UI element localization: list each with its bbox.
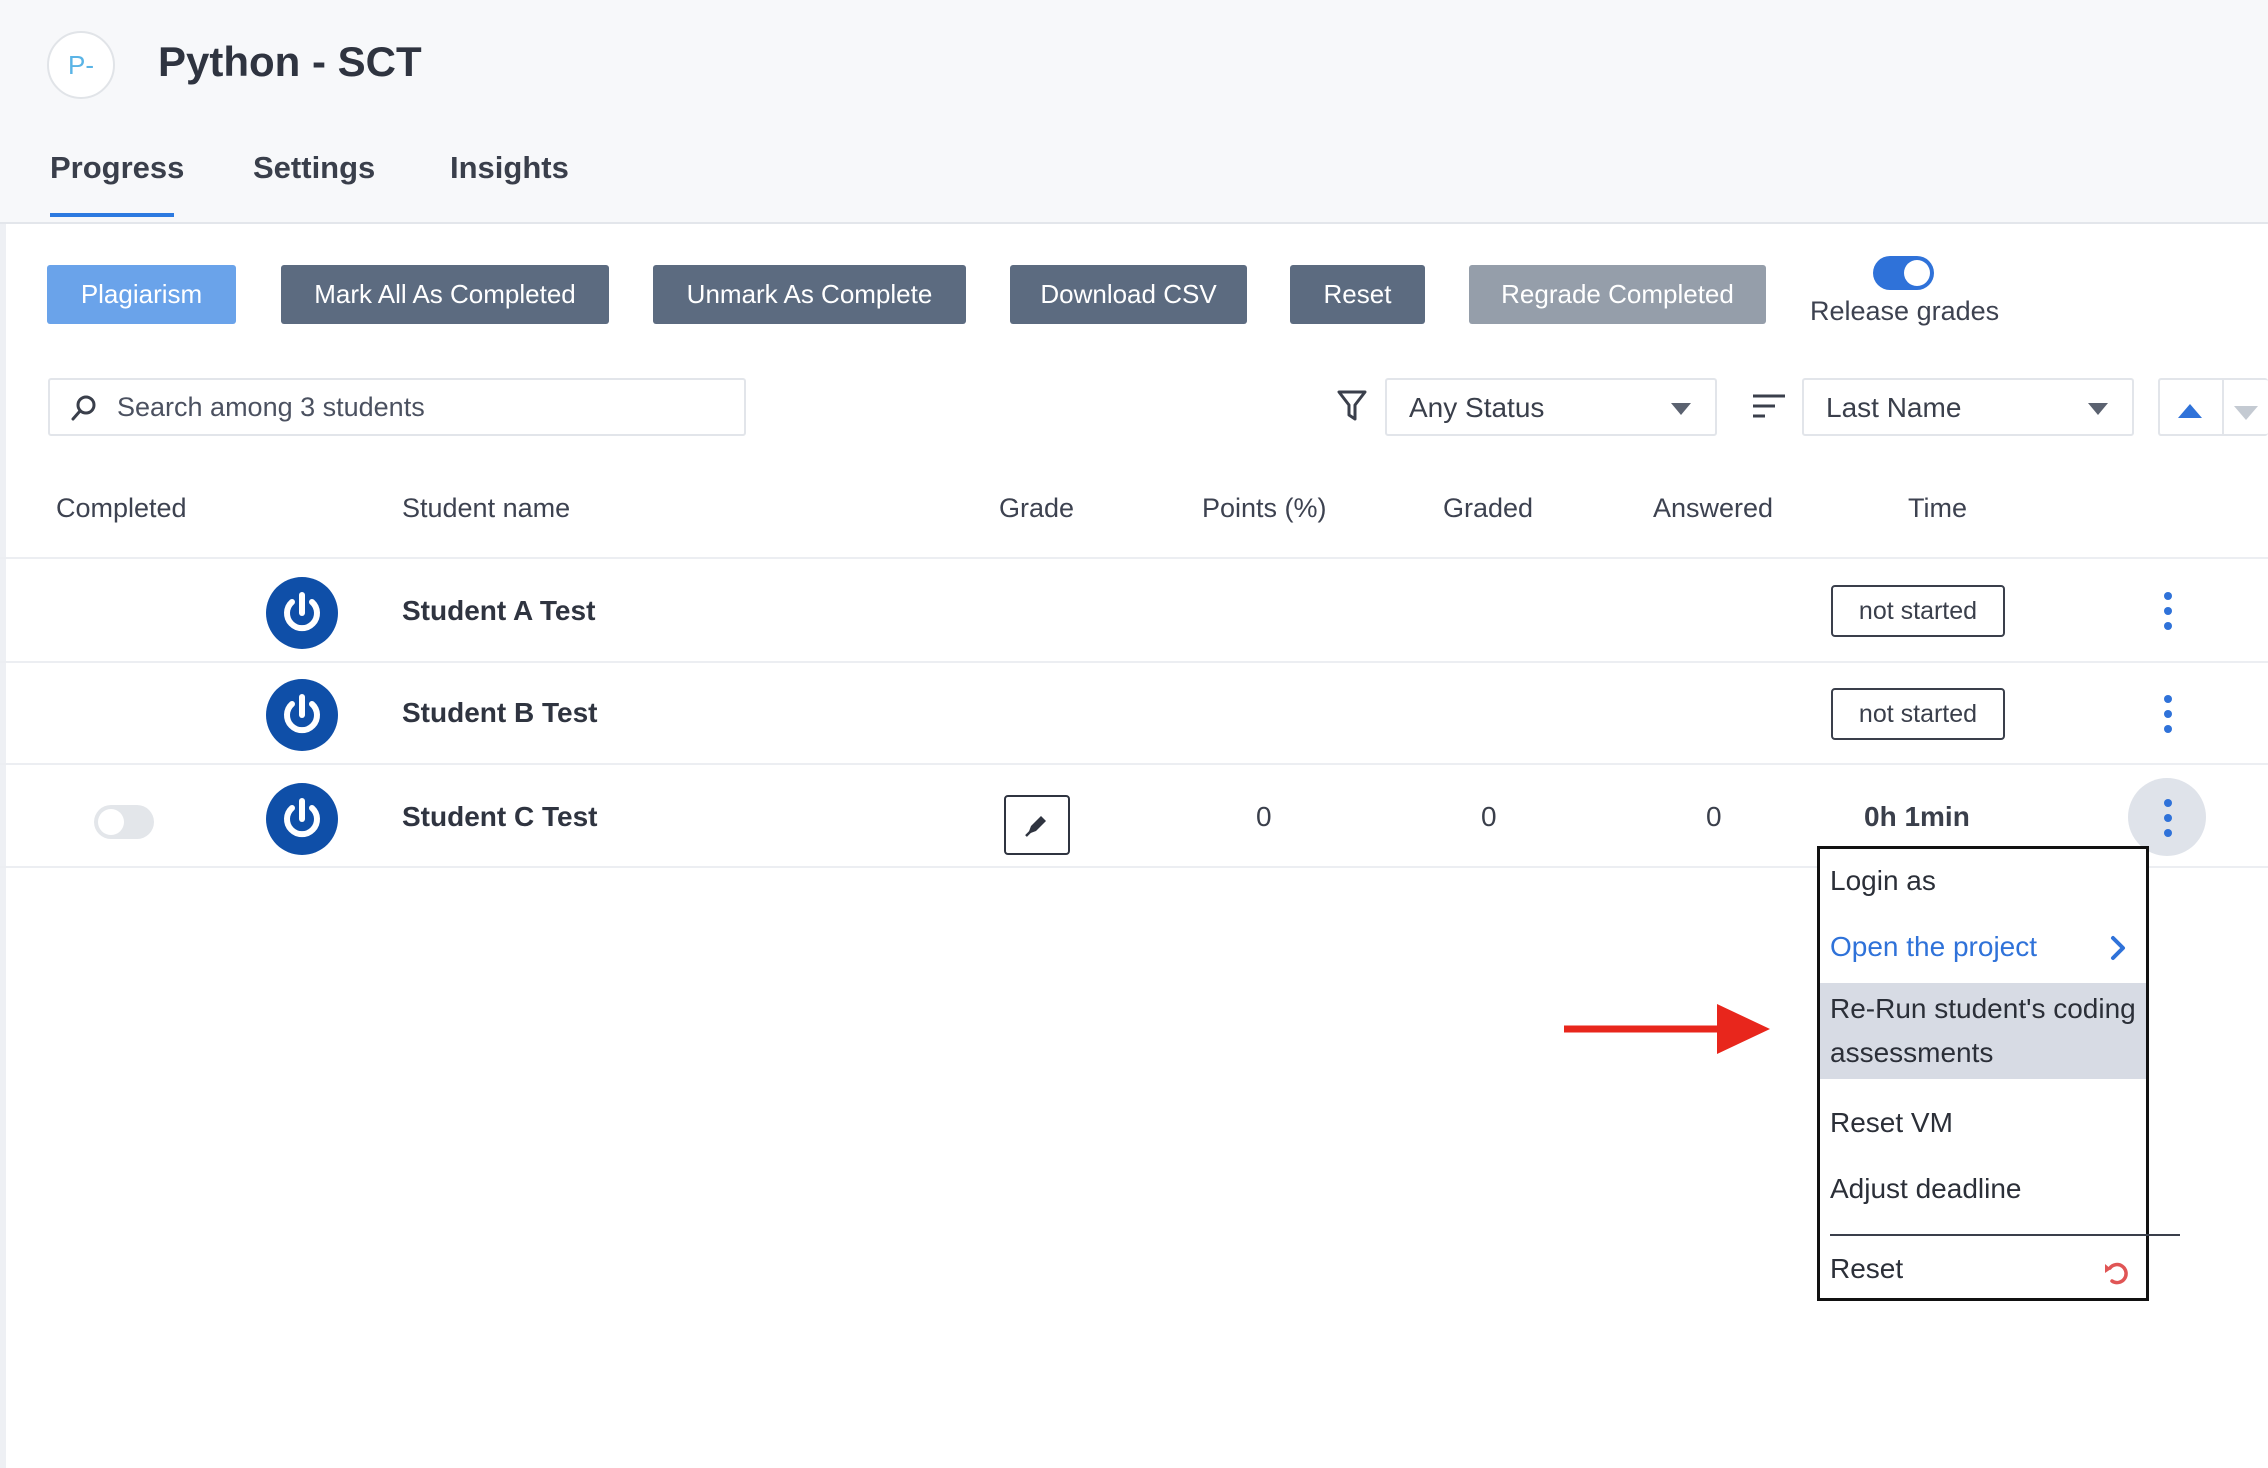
row-context-menu: Login as Open the project Re-Run student… <box>1817 846 2180 1301</box>
column-header-grade: Grade <box>999 493 1075 523</box>
active-tab-indicator <box>50 213 174 217</box>
tab-settings[interactable]: Settings <box>253 150 375 186</box>
kebab-menu-icon[interactable] <box>2164 695 2172 740</box>
project-avatar: P- <box>47 31 115 99</box>
column-header-graded: Graded <box>1443 493 1534 523</box>
menu-item-label: Reset <box>1830 1253 1904 1284</box>
sort-ascending-icon[interactable] <box>2178 404 2202 418</box>
filter-icon[interactable] <box>1336 388 1368 424</box>
toggle-knob <box>1904 260 1930 286</box>
points-value: 0 <box>1256 801 1272 832</box>
grade-button[interactable] <box>1004 795 1070 855</box>
tab-progress[interactable]: Progress <box>50 150 184 186</box>
search-input[interactable]: Search among 3 students <box>48 378 746 436</box>
kebab-menu-icon[interactable] <box>2164 799 2172 844</box>
tab-insights[interactable]: Insights <box>450 150 569 186</box>
unmark-complete-button[interactable]: Unmark As Complete <box>653 265 966 324</box>
status-badge: not started <box>1831 688 2005 740</box>
menu-item-adjust-deadline[interactable]: Adjust deadline <box>1820 1173 2146 1205</box>
edit-icon <box>1025 816 1046 837</box>
red-arrow-annotation <box>1564 1004 1770 1054</box>
search-icon <box>71 395 96 421</box>
student-name[interactable]: Student A Test <box>402 595 595 627</box>
menu-item-login-as[interactable]: Login as <box>1820 865 2146 897</box>
completed-toggle[interactable] <box>94 805 154 839</box>
table-row: Student B Test not started <box>0 663 2268 763</box>
power-icon <box>284 694 320 734</box>
menu-item-rerun-assessments[interactable]: Re-Run student's coding assessments <box>1820 983 2146 1079</box>
release-grades-label: Release grades <box>1810 296 2000 326</box>
student-name[interactable]: Student B Test <box>402 697 597 729</box>
power-icon <box>284 798 320 838</box>
avatar <box>266 783 338 855</box>
menu-item-reset-vm[interactable]: Reset VM <box>1820 1107 2146 1139</box>
page-title: Python - SCT <box>158 38 422 85</box>
plagiarism-button[interactable]: Plagiarism <box>47 265 236 324</box>
regrade-completed-button[interactable]: Regrade Completed <box>1469 265 1766 324</box>
release-grades-toggle[interactable] <box>1873 256 1934 290</box>
answered-value: 0 <box>1706 801 1722 832</box>
sort-descending-icon[interactable] <box>2234 406 2258 420</box>
table-row: Student A Test not started <box>0 559 2268 659</box>
column-header-time: Time <box>1908 493 1967 523</box>
menu-divider <box>1830 1234 2180 1236</box>
status-badge: not started <box>1831 585 2005 637</box>
column-header-answered: Answered <box>1653 493 1774 523</box>
menu-item-reset[interactable]: Reset <box>1820 1253 2146 1285</box>
power-icon <box>284 592 320 632</box>
time-value: 0h 1min <box>1864 801 1970 832</box>
chevron-down-icon <box>1671 403 1691 415</box>
undo-icon <box>2105 1262 2128 1285</box>
project-avatar-text: P- <box>68 49 94 80</box>
column-header-completed: Completed <box>56 493 187 523</box>
mark-all-completed-button[interactable]: Mark All As Completed <box>281 265 609 324</box>
sort-divider <box>2222 380 2224 436</box>
menu-item-open-project[interactable]: Open the project <box>1820 931 2146 963</box>
chevron-down-icon <box>2088 403 2108 415</box>
student-name[interactable]: Student C Test <box>402 801 597 833</box>
status-select[interactable]: Any Status <box>1385 378 1717 436</box>
sort-lines-icon[interactable] <box>1751 392 1787 422</box>
column-header-points: Points (%) <box>1202 493 1327 523</box>
download-csv-button[interactable]: Download CSV <box>1010 265 1247 324</box>
sort-select-value: Last Name <box>1826 392 1962 423</box>
kebab-menu-icon[interactable] <box>2164 592 2172 637</box>
sort-direction-control <box>2158 378 2268 436</box>
status-select-value: Any Status <box>1409 392 1545 423</box>
avatar <box>266 679 338 751</box>
toggle-knob <box>98 809 124 835</box>
page-header: P- Python - SCT Progress Settings Insigh… <box>0 0 2268 224</box>
column-header-student-name[interactable]: Student name <box>402 493 570 524</box>
reset-button[interactable]: Reset <box>1290 265 1425 324</box>
graded-value: 0 <box>1481 801 1497 832</box>
sort-select[interactable]: Last Name <box>1802 378 2134 436</box>
search-placeholder: Search among 3 students <box>117 392 425 422</box>
avatar <box>266 577 338 649</box>
chevron-right-icon <box>2111 936 2125 960</box>
menu-item-label: Open the project <box>1830 931 2038 962</box>
